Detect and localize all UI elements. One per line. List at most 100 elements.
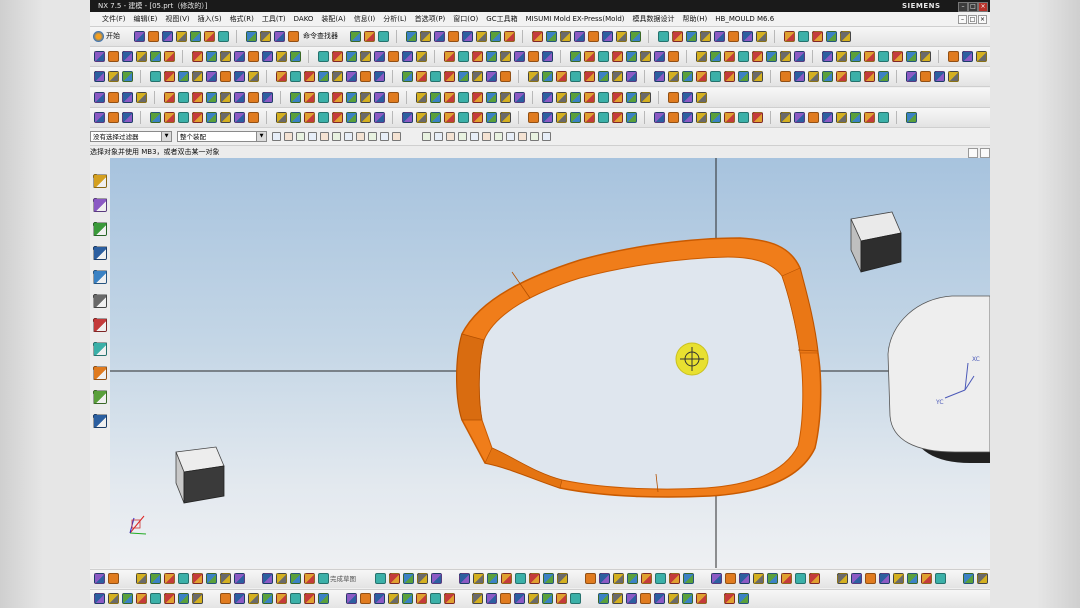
snap-point-icon[interactable] xyxy=(434,132,443,141)
measure-icon[interactable] xyxy=(935,573,946,584)
pan-icon[interactable] xyxy=(290,51,301,62)
zoom-icon[interactable] xyxy=(402,112,413,123)
zoom-icon[interactable] xyxy=(542,92,553,103)
rotate-icon[interactable] xyxy=(416,112,427,123)
graphics-viewport[interactable]: XC YC xyxy=(110,158,990,568)
revolve-icon[interactable] xyxy=(458,71,469,82)
point-icon[interactable] xyxy=(598,92,609,103)
pan-icon[interactable] xyxy=(682,593,693,604)
section-icon[interactable] xyxy=(532,31,543,42)
snap-point-icon[interactable] xyxy=(530,132,539,141)
render-icon[interactable] xyxy=(766,51,777,62)
menu-mold-design[interactable]: 模具数据设计 xyxy=(629,12,679,26)
snap-icon[interactable] xyxy=(864,51,875,62)
snap-icon[interactable] xyxy=(696,593,707,604)
view-icon[interactable] xyxy=(626,593,637,604)
command-finder-label[interactable]: 命令查找器 xyxy=(303,27,338,46)
selection-filter-icon[interactable] xyxy=(368,132,377,141)
hole-icon[interactable] xyxy=(220,112,231,123)
pattern-icon[interactable] xyxy=(476,31,487,42)
snap-point-icon[interactable] xyxy=(506,132,515,141)
new-file-icon[interactable] xyxy=(683,573,694,584)
part-icon[interactable] xyxy=(612,112,623,123)
part-icon[interactable] xyxy=(472,51,483,62)
hole-icon[interactable] xyxy=(360,92,371,103)
selection-filter-icon[interactable] xyxy=(356,132,365,141)
copy-icon[interactable] xyxy=(374,593,385,604)
part-icon[interactable] xyxy=(304,593,315,604)
layer-icon[interactable] xyxy=(560,31,571,42)
save-icon[interactable] xyxy=(514,51,525,62)
trim-icon[interactable] xyxy=(556,71,567,82)
measure-icon[interactable] xyxy=(570,593,581,604)
wcs-origin-marker[interactable] xyxy=(675,342,709,376)
render-icon[interactable] xyxy=(598,593,609,604)
new-file-icon[interactable] xyxy=(318,593,329,604)
new-file-icon[interactable] xyxy=(878,71,889,82)
arc-icon[interactable] xyxy=(486,112,497,123)
view-icon[interactable] xyxy=(374,112,385,123)
cut-icon[interactable] xyxy=(248,92,259,103)
offset-icon[interactable] xyxy=(122,92,133,103)
redo-icon[interactable] xyxy=(364,31,375,42)
layer-icon[interactable] xyxy=(220,51,231,62)
mold-icon[interactable] xyxy=(178,92,189,103)
menu-information[interactable]: 信息(I) xyxy=(350,12,380,26)
zoom-icon[interactable] xyxy=(654,593,665,604)
circle-icon[interactable] xyxy=(557,573,568,584)
snap-point-icon[interactable] xyxy=(482,132,491,141)
project-icon[interactable] xyxy=(416,51,427,62)
doc-minimize-button[interactable]: – xyxy=(958,15,967,24)
fit-icon[interactable] xyxy=(588,31,599,42)
cut-icon[interactable] xyxy=(920,71,931,82)
zoom-icon[interactable] xyxy=(459,573,470,584)
dimension-icon[interactable] xyxy=(262,593,273,604)
rect-icon[interactable] xyxy=(374,51,385,62)
new-file-icon[interactable] xyxy=(206,92,217,103)
fit-icon[interactable] xyxy=(248,51,259,62)
zoom-icon[interactable] xyxy=(654,71,665,82)
mold-icon[interactable] xyxy=(850,71,861,82)
cut-icon[interactable] xyxy=(528,51,539,62)
offset-icon[interactable] xyxy=(599,573,610,584)
sketch-icon[interactable] xyxy=(738,112,749,123)
start-button-label[interactable]: 开始 xyxy=(106,27,120,46)
rotate-icon[interactable] xyxy=(108,71,119,82)
save-icon[interactable] xyxy=(711,573,722,584)
pan-icon[interactable] xyxy=(122,593,133,604)
revolve-icon[interactable] xyxy=(406,31,417,42)
circle-icon[interactable] xyxy=(192,71,203,82)
section-icon[interactable] xyxy=(332,112,343,123)
menu-edit[interactable]: 编辑(E) xyxy=(130,12,162,26)
pan-icon[interactable] xyxy=(630,31,641,42)
zoom-icon[interactable] xyxy=(94,71,105,82)
pattern-icon[interactable] xyxy=(276,112,287,123)
hole-icon[interactable] xyxy=(260,31,271,42)
line-icon[interactable] xyxy=(332,51,343,62)
pan-icon[interactable] xyxy=(290,573,301,584)
constraint-navigator-icon[interactable] xyxy=(93,198,107,212)
menu-preferences[interactable]: 首选项(P) xyxy=(411,12,450,26)
finish-sketch-label[interactable]: 完成草图 xyxy=(330,570,356,588)
chevron-down-icon[interactable]: ▼ xyxy=(256,132,266,141)
snap-point-icon[interactable] xyxy=(446,132,455,141)
assembly-navigator-icon[interactable] xyxy=(93,174,107,188)
pan-icon[interactable] xyxy=(487,573,498,584)
save-icon[interactable] xyxy=(654,112,665,123)
mirror-icon[interactable] xyxy=(290,112,301,123)
pattern-icon[interactable] xyxy=(136,51,147,62)
rotate-icon[interactable] xyxy=(556,92,567,103)
layer-icon[interactable] xyxy=(780,51,791,62)
mirror-icon[interactable] xyxy=(490,31,501,42)
redo-icon[interactable] xyxy=(204,31,215,42)
undo-icon[interactable] xyxy=(350,31,361,42)
layer-icon[interactable] xyxy=(612,593,623,604)
start-icon[interactable] xyxy=(93,31,104,42)
paste-icon[interactable] xyxy=(176,31,187,42)
snap-point-icon[interactable] xyxy=(470,132,479,141)
snap-point-icon[interactable] xyxy=(422,132,431,141)
pattern-icon[interactable] xyxy=(836,112,847,123)
selection-filter-icon[interactable] xyxy=(284,132,293,141)
copy-icon[interactable] xyxy=(162,31,173,42)
line-icon[interactable] xyxy=(529,573,540,584)
